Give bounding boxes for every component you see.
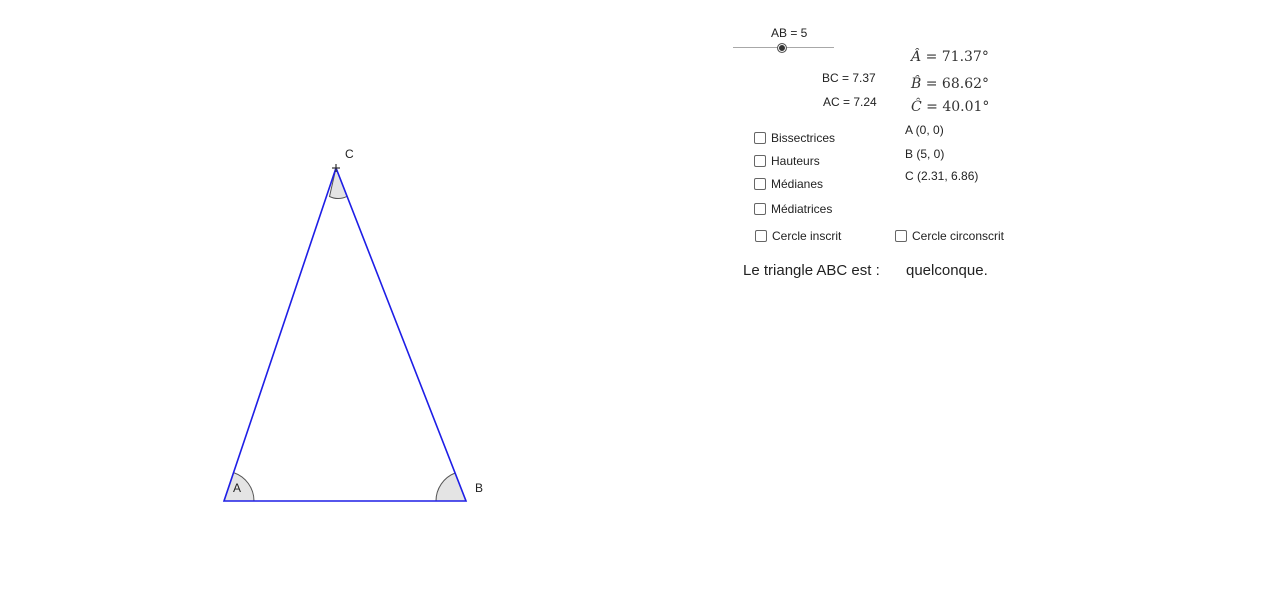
slider-label: AB = 5 bbox=[771, 26, 808, 40]
triangle-abc[interactable] bbox=[222, 165, 468, 502]
angle-b-value: B̂ = 68.62° bbox=[911, 76, 989, 92]
checkbox-bissectrices-box[interactable] bbox=[754, 132, 766, 144]
checkbox-medianes-box[interactable] bbox=[754, 178, 766, 190]
point-c-marker[interactable] bbox=[332, 164, 340, 172]
angle-a-value: Â = 71.37° bbox=[911, 49, 989, 65]
checkbox-mediatrices-label: Médiatrices bbox=[771, 202, 833, 216]
checkbox-bissectrices[interactable]: Bissectrices bbox=[754, 131, 835, 145]
angle-b-symbol: B̂ bbox=[911, 76, 922, 92]
ac-length: AC = 7.24 bbox=[823, 95, 877, 109]
coord-c: C (2.31, 6.86) bbox=[905, 169, 979, 183]
ab-slider-knob[interactable] bbox=[777, 43, 787, 53]
angle-c-symbol: Ĉ bbox=[911, 99, 922, 115]
result-type: quelconque. bbox=[906, 262, 988, 279]
checkbox-cercle-circonscrit-box[interactable] bbox=[895, 230, 907, 242]
checkbox-bissectrices-label: Bissectrices bbox=[771, 131, 836, 145]
angle-c-measure: = 40.01° bbox=[926, 99, 990, 115]
point-b-label: B bbox=[475, 481, 484, 495]
angle-c-value: Ĉ = 40.01° bbox=[911, 99, 989, 115]
checkbox-hauteurs-box[interactable] bbox=[754, 155, 766, 167]
bc-length: BC = 7.37 bbox=[822, 71, 876, 85]
checkbox-mediatrices[interactable]: Médiatrices bbox=[754, 202, 832, 216]
geometry-canvas[interactable] bbox=[0, 0, 1280, 593]
checkbox-cercle-circonscrit-label: Cercle circonscrit bbox=[912, 229, 1005, 243]
checkbox-cercle-inscrit-box[interactable] bbox=[755, 230, 767, 242]
angle-b-measure: = 68.62° bbox=[925, 76, 990, 92]
checkbox-medianes[interactable]: Médianes bbox=[754, 177, 823, 191]
result-prefix: Le triangle ABC est : bbox=[743, 262, 880, 279]
point-c-label: C bbox=[345, 147, 354, 161]
checkbox-hauteurs[interactable]: Hauteurs bbox=[754, 154, 820, 168]
angle-a-measure: = 71.37° bbox=[925, 49, 989, 65]
angle-a-symbol: Â bbox=[911, 49, 922, 65]
checkbox-cercle-circonscrit[interactable]: Cercle circonscrit bbox=[895, 229, 1004, 243]
checkbox-medianes-label: Médianes bbox=[771, 177, 824, 191]
coord-a: A (0, 0) bbox=[905, 123, 944, 137]
checkbox-cercle-inscrit-label: Cercle inscrit bbox=[772, 229, 842, 243]
point-a-label: A bbox=[233, 481, 242, 495]
checkbox-mediatrices-box[interactable] bbox=[754, 203, 766, 215]
angle-b-sector bbox=[435, 472, 467, 502]
checkbox-cercle-inscrit[interactable]: Cercle inscrit bbox=[755, 229, 841, 243]
checkbox-hauteurs-label: Hauteurs bbox=[771, 154, 820, 168]
coord-b: B (5, 0) bbox=[905, 147, 945, 161]
